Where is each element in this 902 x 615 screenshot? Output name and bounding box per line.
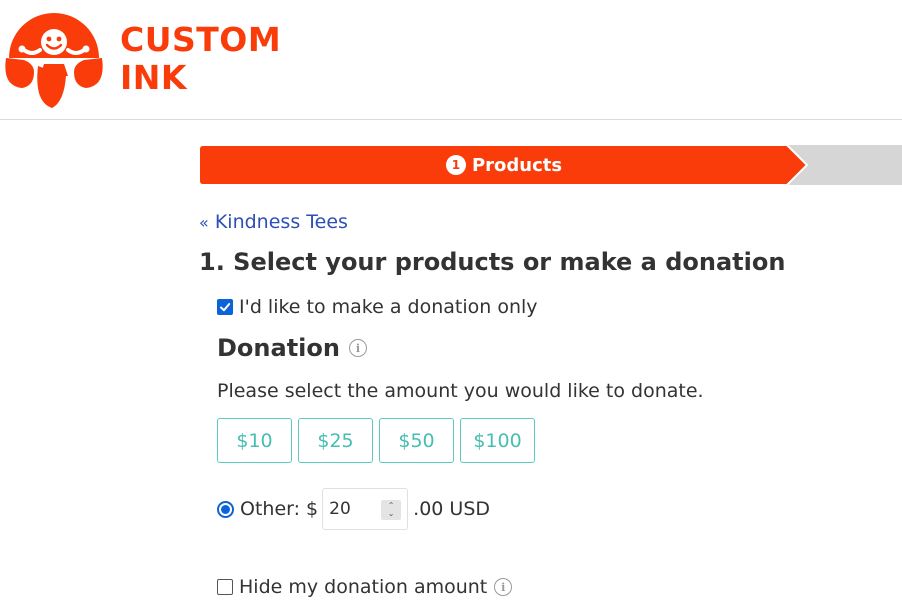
step-number-badge: 1 xyxy=(445,155,466,175)
radio-selected-dot xyxy=(221,504,230,514)
section-title: 1. Select your products or make a donati… xyxy=(199,248,786,276)
donation-title: Donation xyxy=(217,334,340,362)
hide-amount-label: Hide my donation amount xyxy=(239,576,488,598)
hide-amount-checkbox[interactable] xyxy=(217,579,233,595)
brand-wordmark: CUSTOM INK xyxy=(120,21,281,97)
number-stepper[interactable]: ⌃ ⌄ xyxy=(381,500,402,520)
amount-button-10[interactable]: $10 xyxy=(217,418,292,463)
brand-line-2: INK xyxy=(120,58,187,97)
donation-description: Please select the amount you would like … xyxy=(217,380,704,402)
brand-line-1: CUSTOM xyxy=(120,20,282,59)
octopus-logo-icon xyxy=(5,13,103,108)
hide-amount-checkbox-row[interactable]: Hide my donation amount i xyxy=(217,576,513,598)
other-amount-radio[interactable] xyxy=(217,500,234,518)
other-amount-label: Other: $ xyxy=(240,498,319,520)
donation-only-checkbox-row[interactable]: I'd like to make a donation only xyxy=(217,296,538,318)
other-amount-row: Other: $ 20 ⌃ ⌄ .00 USD xyxy=(217,488,490,530)
donation-heading: Donation i xyxy=(217,334,367,362)
back-link-kindness-tees[interactable]: « Kindness Tees xyxy=(199,211,348,233)
other-amount-input[interactable]: 20 ⌃ ⌄ xyxy=(322,488,409,530)
amount-button-25[interactable]: $25 xyxy=(298,418,373,463)
site-header: CUSTOM INK xyxy=(0,0,902,120)
step-label: Products xyxy=(471,154,563,176)
donation-amount-buttons: $10 $25 $50 $100 xyxy=(217,418,541,463)
double-chevron-left-icon: « xyxy=(199,213,209,232)
amount-button-100[interactable]: $100 xyxy=(460,418,535,463)
donation-only-label: I'd like to make a donation only xyxy=(239,296,538,318)
checkmark-icon xyxy=(220,303,231,312)
donation-only-checkbox[interactable] xyxy=(217,299,233,315)
custom-ink-logo[interactable]: CUSTOM INK xyxy=(4,6,281,110)
stepper-down-icon[interactable]: ⌄ xyxy=(388,510,395,518)
info-icon[interactable]: i xyxy=(494,578,513,596)
info-icon[interactable]: i xyxy=(348,339,367,357)
other-amount-value: 20 xyxy=(329,499,351,519)
currency-suffix: .00 USD xyxy=(413,498,491,520)
progress-step-products[interactable]: 1 Products xyxy=(199,145,809,185)
amount-button-50[interactable]: $50 xyxy=(379,418,454,463)
back-link-label: Kindness Tees xyxy=(214,211,348,233)
checkout-progress-bar: 1 Products xyxy=(199,145,902,185)
